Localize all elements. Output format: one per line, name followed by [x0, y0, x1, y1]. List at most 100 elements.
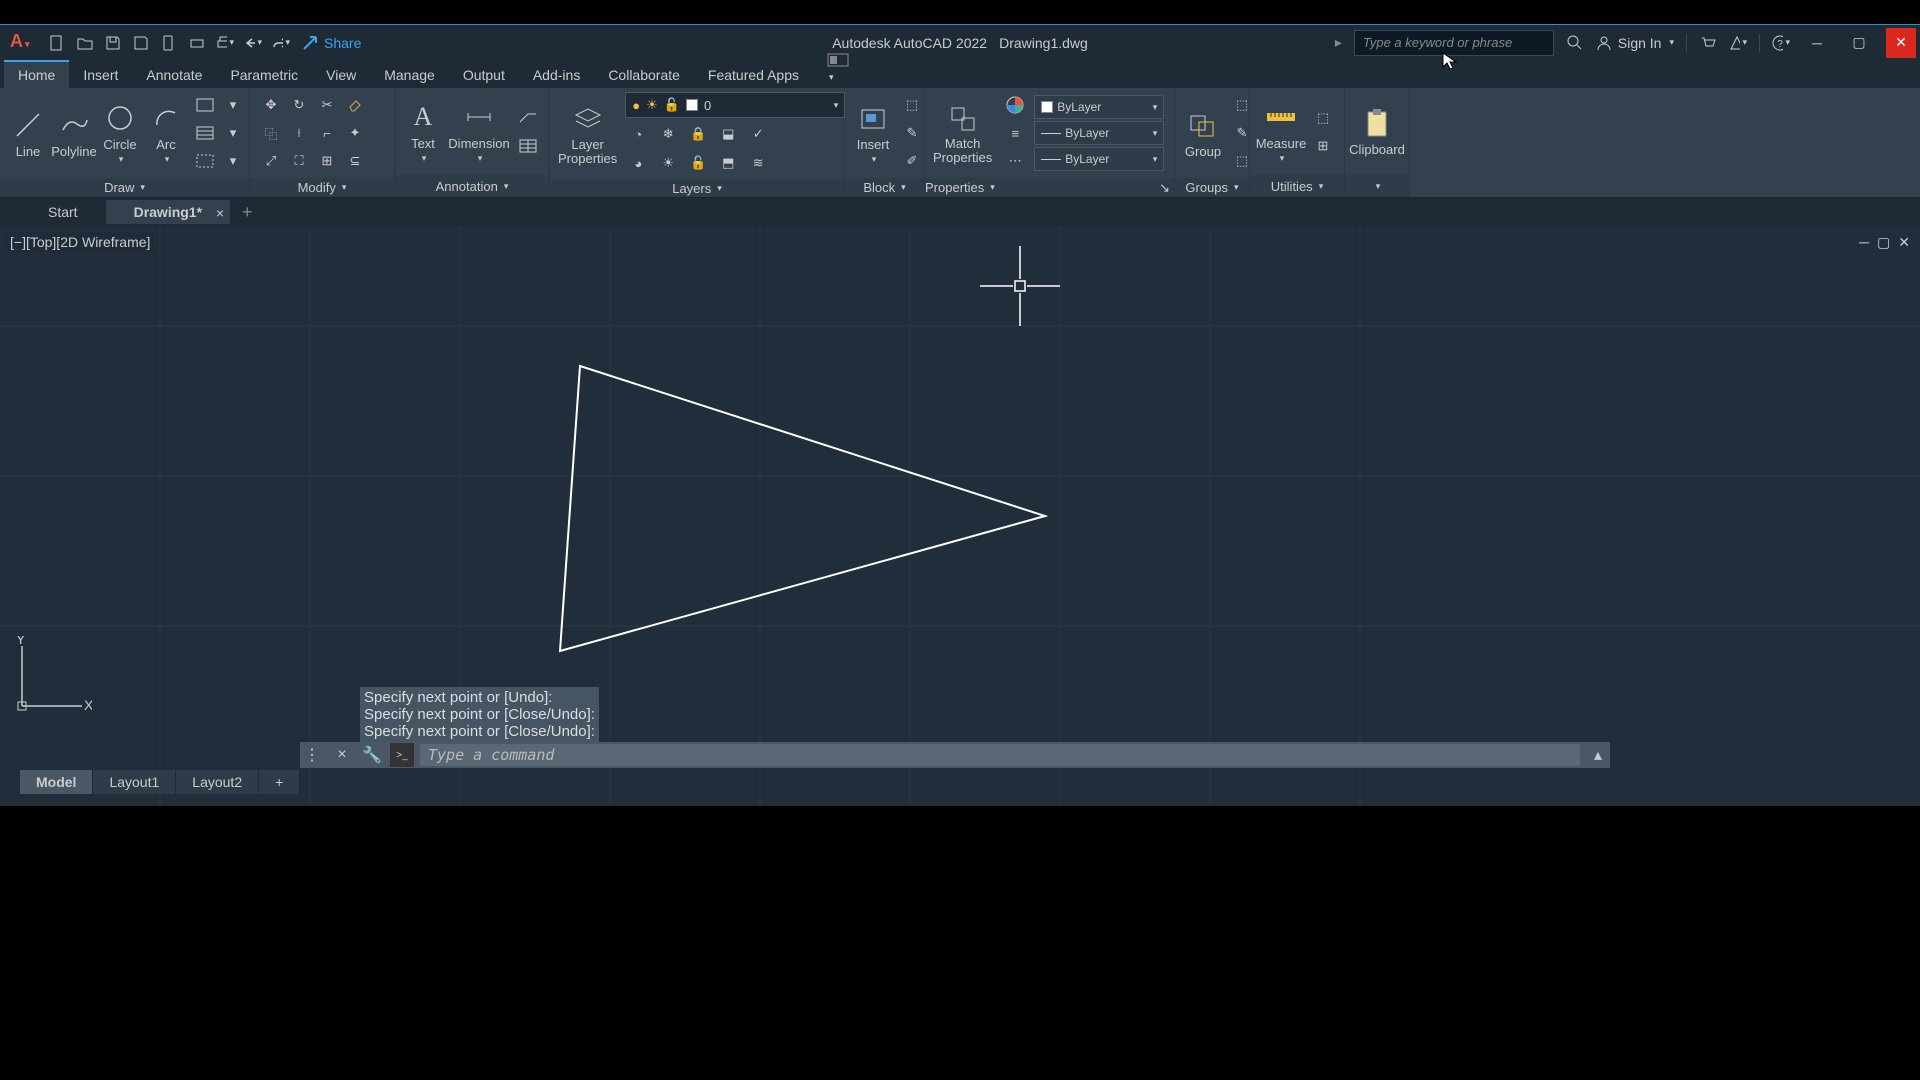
new-icon[interactable]: [48, 34, 66, 52]
tab-output[interactable]: Output: [449, 62, 519, 88]
text-button[interactable]: AText▾: [403, 100, 443, 164]
layer-combo[interactable]: ●☀🔓 0▾: [625, 92, 845, 118]
color-combo[interactable]: ByLayer▾: [1034, 95, 1164, 119]
layer-match-icon[interactable]: ≋: [745, 150, 771, 176]
color-wheel-icon[interactable]: [1002, 92, 1028, 118]
print-icon[interactable]: ▾: [216, 34, 234, 52]
hatch-icon[interactable]: [192, 120, 218, 146]
offset-icon[interactable]: ⊆: [342, 148, 368, 174]
linetype-icon[interactable]: ⋯: [1002, 148, 1028, 174]
linetype-combo[interactable]: ByLayer▾: [1034, 147, 1164, 171]
layer-lock-icon[interactable]: 🔒: [685, 121, 711, 147]
close-tab-icon[interactable]: ×: [216, 205, 224, 221]
layer-unlock-icon[interactable]: 🔓: [685, 150, 711, 176]
cmd-wrench-icon[interactable]: 🔧: [360, 743, 384, 767]
layout-tab-layout2[interactable]: Layout2: [176, 770, 259, 794]
panel-annotation-title[interactable]: Annotation▾: [395, 175, 549, 197]
autodesk-app-icon[interactable]: ▾: [1729, 34, 1747, 52]
tab-parametric[interactable]: Parametric: [216, 62, 312, 88]
lineweight-combo[interactable]: ByLayer▾: [1034, 121, 1164, 145]
fillet-icon[interactable]: ⌐: [314, 120, 340, 146]
vp-close-icon[interactable]: ✕: [1898, 234, 1910, 251]
maximize-button[interactable]: ▢: [1844, 28, 1874, 58]
scale-icon[interactable]: ⛶: [286, 148, 312, 174]
rotate-icon[interactable]: ↻: [286, 92, 312, 118]
copy-icon[interactable]: ⿻: [258, 120, 284, 146]
layer-properties-button[interactable]: Layer Properties: [558, 102, 617, 167]
panel-groups-title[interactable]: Groups▾: [1175, 178, 1249, 197]
edit-block-icon[interactable]: ✎: [899, 120, 925, 146]
cart-icon[interactable]: [1699, 34, 1717, 52]
undo-icon[interactable]: ▾: [244, 34, 262, 52]
panel-utilities-title[interactable]: Utilities▾: [1250, 175, 1344, 197]
tab-featured-apps[interactable]: Featured Apps: [694, 62, 813, 88]
layer-off-icon[interactable]: ◔: [625, 121, 651, 147]
panel-layers-title[interactable]: Layers▾: [550, 180, 844, 197]
leader-icon[interactable]: [515, 105, 541, 131]
group-button[interactable]: Group: [1183, 108, 1223, 159]
tab-addins[interactable]: Add-ins: [519, 62, 594, 88]
command-input[interactable]: Type a command: [420, 744, 1580, 766]
calc-icon[interactable]: ⊞: [1310, 133, 1336, 159]
clipboard-button[interactable]: Clipboard: [1353, 106, 1401, 157]
signin-button[interactable]: Sign In▾: [1596, 35, 1674, 51]
line-button[interactable]: Line: [8, 108, 48, 159]
move-icon[interactable]: ✥: [258, 92, 284, 118]
rectangle-icon[interactable]: [192, 92, 218, 118]
panel-draw-title[interactable]: Draw▾: [0, 178, 249, 197]
create-block-icon[interactable]: ⬚: [899, 92, 925, 118]
doc-tab-start[interactable]: Start: [20, 200, 106, 224]
save-icon[interactable]: [104, 34, 122, 52]
title-arrow-icon[interactable]: ▸: [1335, 34, 1342, 51]
tab-home[interactable]: Home: [4, 60, 69, 88]
app-logo-icon[interactable]: A▾: [10, 31, 34, 55]
help-icon[interactable]: ?▾: [1772, 34, 1790, 52]
tab-insert[interactable]: Insert: [69, 62, 132, 88]
tab-collaborate[interactable]: Collaborate: [594, 62, 694, 88]
share-button[interactable]: Share: [302, 35, 361, 51]
dimension-button[interactable]: Dimension▾: [449, 100, 509, 164]
tab-annotate[interactable]: Annotate: [132, 62, 216, 88]
cmd-up-icon[interactable]: ▴: [1586, 743, 1610, 767]
doc-tab-drawing1[interactable]: Drawing1*×: [106, 200, 230, 224]
layout-tab-model[interactable]: Model: [20, 770, 93, 794]
open-icon[interactable]: [76, 34, 94, 52]
minimize-button[interactable]: ─: [1802, 28, 1832, 58]
web-mobile-icon[interactable]: [160, 34, 178, 52]
tab-express[interactable]: ▾: [813, 48, 863, 88]
erase-icon[interactable]: [342, 92, 368, 118]
array-icon[interactable]: ⊞: [314, 148, 340, 174]
stretch-icon[interactable]: ⤢: [258, 148, 284, 174]
panel-block-title[interactable]: Block▾: [845, 178, 924, 197]
plot-icon[interactable]: [188, 34, 206, 52]
close-button[interactable]: ✕: [1886, 28, 1916, 58]
polyline-button[interactable]: Polyline: [54, 108, 94, 159]
match-properties-button[interactable]: Match Properties: [933, 101, 992, 166]
rectangle-dd-icon[interactable]: ▾: [220, 92, 246, 118]
boundary-dd-icon[interactable]: ▾: [220, 148, 246, 174]
layout-tab-add[interactable]: +: [259, 770, 300, 794]
layer-iso-icon[interactable]: ⬓: [715, 121, 741, 147]
tab-view[interactable]: View: [312, 62, 370, 88]
layer-uniso-icon[interactable]: ⬒: [715, 150, 741, 176]
layer-make-current-icon[interactable]: ✓: [745, 121, 771, 147]
trim-icon[interactable]: ✂: [314, 92, 340, 118]
explode-icon[interactable]: ✦: [342, 120, 368, 146]
panel-modify-title[interactable]: Modify▾: [250, 178, 394, 197]
tab-manage[interactable]: Manage: [370, 62, 449, 88]
layer-thaw-icon[interactable]: ☀: [655, 150, 681, 176]
search-icon[interactable]: [1566, 34, 1584, 52]
boundary-icon[interactable]: [192, 148, 218, 174]
measure-button[interactable]: Measure▾: [1258, 100, 1304, 164]
saveas-icon[interactable]: [132, 34, 150, 52]
vp-minimize-icon[interactable]: ─: [1859, 234, 1869, 251]
add-tab-button[interactable]: +: [242, 202, 253, 223]
lineweight-icon[interactable]: ≡: [1002, 120, 1028, 146]
table-icon[interactable]: [515, 133, 541, 159]
arc-button[interactable]: Arc▾: [146, 101, 186, 165]
circle-button[interactable]: Circle▾: [100, 101, 140, 165]
layer-on-icon[interactable]: ◕: [625, 150, 651, 176]
layer-freeze-icon[interactable]: ❄: [655, 121, 681, 147]
layout-tab-layout1[interactable]: Layout1: [93, 770, 176, 794]
redo-icon[interactable]: ▾: [272, 34, 290, 52]
